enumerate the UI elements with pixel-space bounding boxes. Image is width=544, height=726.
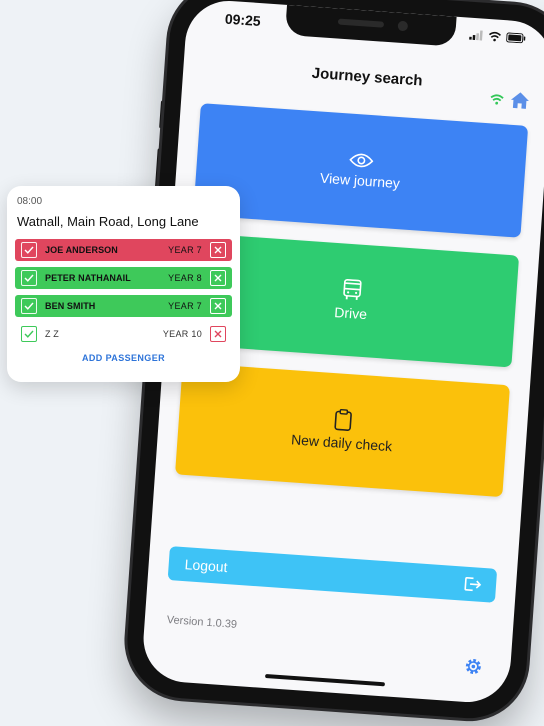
status-time: 09:25 [224,10,262,30]
passenger-row: JOE ANDERSON YEAR 7 [15,239,232,261]
check-icon[interactable] [21,326,37,342]
pickup-time: 08:00 [17,196,43,207]
passenger-name: PETER NATHANAIL [45,273,131,283]
logout-button[interactable]: Logout [167,546,498,603]
passenger-row: PETER NATHANAIL YEAR 8 [15,267,232,289]
check-icon[interactable] [21,298,37,314]
new-daily-check-label: New daily check [290,431,393,455]
drive-label: Drive [333,303,368,323]
passenger-row: BEN SMITH YEAR 7 [15,295,232,317]
check-icon[interactable] [21,270,37,286]
bus-icon [343,278,362,301]
passenger-name: Z Z [45,329,59,339]
add-passenger-button[interactable]: ADD PASSENGER [15,353,232,363]
speaker [337,18,385,28]
passenger-year: YEAR 8 [168,273,202,283]
new-daily-check-button[interactable]: New daily check [175,362,511,498]
passenger-name: BEN SMITH [45,301,96,311]
passenger-year: YEAR 7 [168,301,202,311]
x-icon[interactable] [210,242,226,258]
passenger-list-card: 08:00 Watnall, Main Road, Long Lane JOE … [7,186,240,382]
passenger-year: YEAR 7 [168,245,202,255]
passenger-row: Z Z YEAR 10 [15,323,232,345]
battery-icon [506,32,526,44]
x-icon[interactable] [210,326,226,342]
signal-icon [469,30,483,41]
x-icon[interactable] [210,270,226,286]
wifi-icon [490,93,504,105]
view-journey-label: View journey [319,169,401,192]
version-text: Version 1.0.39 [166,614,238,631]
passenger-name: JOE ANDERSON [45,245,118,255]
view-journey-button[interactable]: View journey [193,103,529,238]
header-icons [489,89,530,110]
notch [284,4,457,47]
eye-icon [349,153,374,168]
clipboard-icon [334,408,352,431]
check-icon[interactable] [21,242,37,258]
home-icon[interactable] [509,91,530,110]
passenger-year: YEAR 10 [162,329,202,339]
gear-icon[interactable] [464,657,483,676]
wifi-icon [488,31,501,42]
home-indicator [265,674,386,687]
logout-icon [464,577,482,592]
status-icons [469,30,527,44]
x-icon[interactable] [210,298,226,314]
logout-label: Logout [184,556,229,576]
route-name: Watnall, Main Road, Long Lane [17,214,199,229]
front-camera [397,20,409,32]
